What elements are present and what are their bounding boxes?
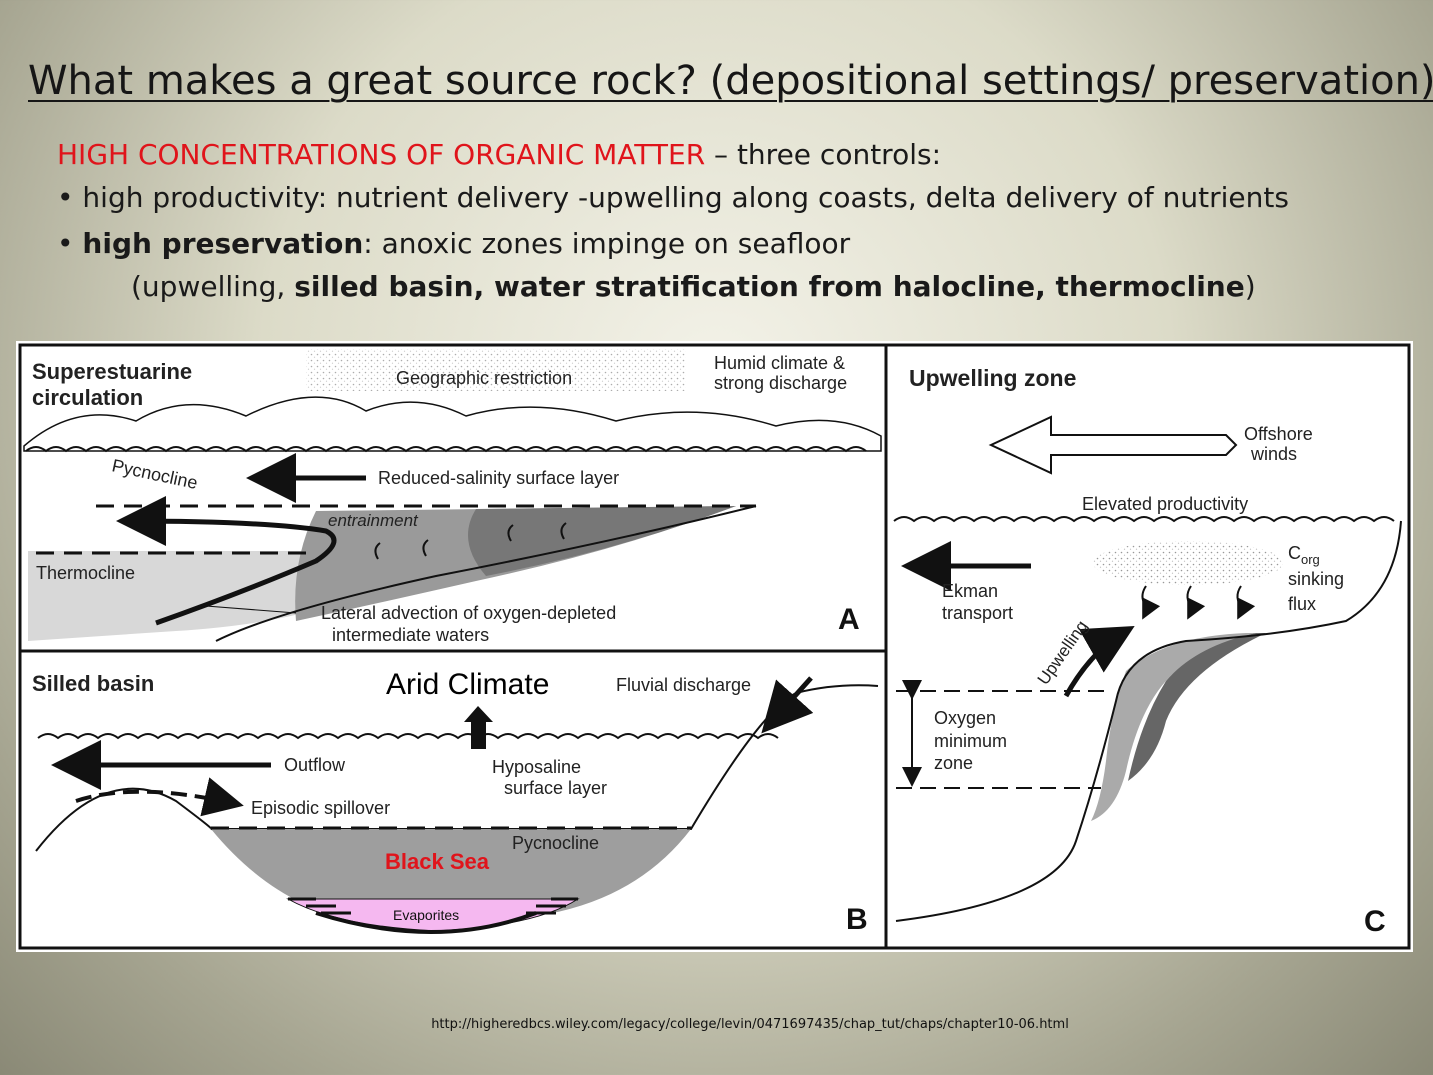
- hyposaline-label-2: surface layer: [504, 778, 607, 798]
- sub-bold: silled basin, water stratification from …: [294, 270, 1245, 303]
- highlight-text: HIGH CONCENTRATIONS OF ORGANIC MATTER: [57, 138, 706, 171]
- bullet-marker: •: [57, 227, 83, 260]
- source-credit: http://higheredbcs.wiley.com/legacy/coll…: [431, 1017, 1069, 1032]
- black-sea-label: Black Sea: [385, 849, 490, 874]
- evaporites-label: Evaporites: [393, 907, 459, 923]
- panel-letter-c: C: [1364, 905, 1386, 938]
- mountains: [23, 396, 882, 452]
- hyposaline-label: Hyposaline: [492, 757, 581, 777]
- bullet-marker: •: [57, 181, 83, 214]
- sub-bullet: (upwelling, silled basin, water stratifi…: [131, 270, 1256, 303]
- bullet-preservation: • high preservation: anoxic zones imping…: [57, 227, 850, 260]
- bullet-text: high productivity: nutrient delivery -up…: [82, 181, 1289, 214]
- fluvial-label: Fluvial discharge: [616, 675, 751, 695]
- outflow-label: Outflow: [284, 755, 346, 775]
- panel-a: Superestuarine circulation Geographic re…: [23, 349, 882, 645]
- panel-a-title-2: circulation: [32, 385, 143, 410]
- reduced-salinity-label: Reduced-salinity surface layer: [378, 468, 619, 488]
- thermocline-label: Thermocline: [36, 563, 135, 583]
- diagram-figure: Superestuarine circulation Geographic re…: [16, 341, 1413, 952]
- flux-label: flux: [1288, 594, 1316, 614]
- panel-b: Silled basin Arid Climate Fluvial discha…: [32, 668, 879, 936]
- arid-climate-label: Arid Climate: [386, 668, 549, 701]
- transport-label: transport: [942, 603, 1013, 623]
- offshore-label: Offshore: [1244, 424, 1313, 444]
- corg-label: Corg: [1288, 543, 1320, 567]
- arid-up-arrow: [464, 706, 493, 749]
- ekman-label: Ekman: [942, 581, 998, 601]
- productivity-stipple: [1093, 541, 1283, 585]
- intro-line: HIGH CONCENTRATIONS OF ORGANIC MATTER – …: [57, 138, 941, 171]
- elevated-label: Elevated productivity: [1082, 494, 1248, 514]
- bullet-productivity: • high productivity: nutrient delivery -…: [57, 181, 1289, 214]
- water-surface-c: [893, 516, 1395, 523]
- offshore-label-2: winds: [1250, 444, 1297, 464]
- oxygen-label-3: zone: [934, 753, 973, 773]
- basin-outline-top: [35, 684, 879, 852]
- bullet-bold: high preservation: [82, 227, 364, 260]
- panel-c: Upwelling zone Offshore winds Elevated p…: [893, 365, 1402, 941]
- pycnocline-label-a: Pycnocline: [110, 455, 199, 493]
- humid-label: Humid climate &: [714, 353, 845, 373]
- pycnocline-label-b: Pycnocline: [512, 833, 599, 853]
- panel-letter-a: A: [838, 603, 860, 636]
- fluvial-arrow: [761, 676, 814, 734]
- sub-open: (upwelling,: [131, 270, 295, 303]
- sinking-label: sinking: [1288, 569, 1344, 589]
- upwelling-label: Upwelling: [1034, 617, 1092, 688]
- panel-letter-b: B: [846, 903, 868, 936]
- oxygen-label-2: minimum: [934, 731, 1007, 751]
- lateral-label: Lateral advection of oxygen-depleted: [321, 603, 616, 623]
- intro-rest: – three controls:: [705, 138, 942, 171]
- humid-label-2: strong discharge: [714, 373, 847, 393]
- offshore-winds-arrow: [988, 415, 1238, 475]
- entrainment-label: entrainment: [328, 511, 419, 530]
- geographic-label: Geographic restriction: [396, 368, 572, 388]
- sinking-arrows: [1141, 585, 1256, 620]
- slide-title: What makes a great source rock? (deposit…: [28, 58, 1433, 104]
- panel-b-title: Silled basin: [32, 671, 154, 696]
- bullet-text: : anoxic zones impinge on seafloor: [363, 227, 851, 260]
- lateral-label-2: intermediate waters: [332, 625, 489, 645]
- panel-c-title: Upwelling zone: [909, 365, 1076, 391]
- panel-a-title: Superestuarine: [32, 359, 192, 384]
- water-surface-b: [37, 733, 779, 740]
- sub-close: ): [1244, 270, 1256, 303]
- spillover-label: Episodic spillover: [251, 798, 390, 818]
- oxygen-label: Oxygen: [934, 708, 996, 728]
- spillover-arrow: [75, 777, 244, 817]
